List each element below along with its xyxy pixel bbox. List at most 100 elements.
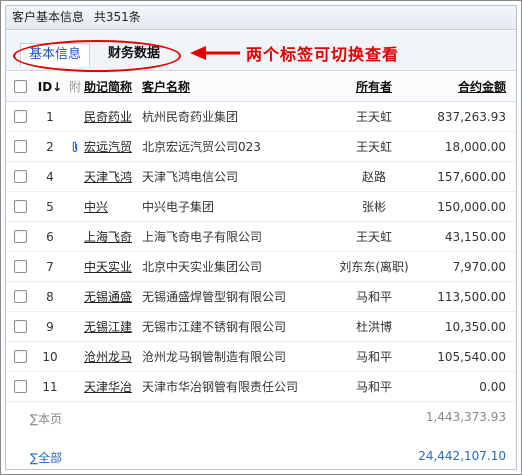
table-header: ID↓ 附 助记简称 客户名称 所有者 合约金额 — [6, 72, 516, 102]
row-owner: 张彬 — [361, 200, 386, 214]
header-id[interactable]: ID↓ — [36, 72, 64, 101]
table-row[interactable]: 6 上海飞奇 上海飞奇电子有限公司 王天虹 43,150.00 — [6, 222, 516, 252]
tab-basic-info[interactable]: 基本信息 — [20, 43, 91, 67]
row-customer-name: 天津飞鸿电信公司 — [142, 170, 239, 184]
page-total-value: 1,443,373.93 — [425, 410, 506, 424]
row-amount: 7,970.00 — [452, 259, 506, 274]
header-attachment: 附 — [68, 80, 81, 94]
annotation-text: 两个标签可切换查看 — [246, 45, 400, 64]
panel-title: 客户基本信息 — [12, 10, 85, 24]
record-count: 共351条 — [93, 10, 141, 24]
row-code-link[interactable]: 上海飞奇 — [84, 222, 138, 251]
header-amount[interactable]: 合约金额 — [416, 72, 506, 101]
row-code-link[interactable]: 中天实业 — [84, 252, 138, 281]
attachment-cell — [68, 192, 82, 221]
row-owner: 王天虹 — [355, 230, 392, 244]
row-checkbox[interactable] — [13, 140, 27, 153]
tab-financial-data[interactable]: 财务数据 — [100, 43, 168, 67]
grand-total-label[interactable]: ∑全部 — [30, 449, 62, 466]
row-owner: 刘东东(离职) — [339, 260, 409, 274]
row-checkbox[interactable] — [13, 290, 27, 303]
row-code-link[interactable]: 无锡通盛 — [84, 282, 138, 311]
row-amount: 837,263.93 — [437, 109, 506, 124]
table-row[interactable]: 5 中兴 中兴电子集团 张彬 150,000.00 — [6, 192, 516, 222]
panel: 客户基本信息 共351条 基本信息 财务数据 两个标签可切换查看 ID↓ 附 助… — [5, 5, 517, 470]
row-code-link[interactable]: 民奇药业 — [84, 102, 138, 131]
row-id: 1 — [46, 109, 54, 124]
row-id: 7 — [46, 259, 54, 274]
row-customer-name: 杭州民奇药业集团 — [142, 110, 239, 124]
row-id: 11 — [42, 379, 58, 394]
paperclip-icon[interactable] — [71, 141, 79, 153]
row-owner: 王天虹 — [355, 140, 392, 154]
row-customer-name: 无锡市江建不锈钢有限公司 — [142, 320, 287, 334]
row-id: 9 — [46, 319, 54, 334]
row-owner: 赵路 — [361, 170, 386, 184]
table-row[interactable]: 9 无锡江建 无锡市江建不锈钢有限公司 杜洪博 10,350.00 — [6, 312, 516, 342]
row-customer-name: 北京宏远汽贸公司023 — [142, 140, 261, 154]
row-code-link[interactable]: 无锡江建 — [84, 312, 138, 341]
table-row[interactable]: 2 宏远汽贸 北京宏远汽贸公司023 王天虹 18,000.00 — [6, 132, 516, 162]
row-code-link[interactable]: 中兴 — [84, 192, 138, 221]
select-all-checkbox[interactable] — [13, 80, 27, 93]
header-code[interactable]: 助记简称 — [84, 72, 138, 101]
row-owner: 马和平 — [355, 290, 392, 304]
row-checkbox[interactable] — [13, 110, 27, 123]
row-id: 5 — [46, 199, 54, 214]
header-owner[interactable]: 所有者 — [332, 72, 416, 101]
table-body: 1 民奇药业 杭州民奇药业集团 王天虹 837,263.93 2 宏远汽贸 北京… — [6, 102, 516, 402]
row-id: 4 — [46, 169, 54, 184]
table-row[interactable]: 1 民奇药业 杭州民奇药业集团 王天虹 837,263.93 — [6, 102, 516, 132]
row-owner: 马和平 — [355, 380, 392, 394]
attachment-cell — [68, 252, 82, 281]
row-code-link[interactable]: 天津华冶 — [84, 372, 138, 401]
row-checkbox[interactable] — [13, 170, 27, 183]
row-amount: 105,540.00 — [437, 349, 506, 364]
paperclip-icon[interactable] — [68, 132, 82, 161]
row-code-link[interactable]: 宏远汽贸 — [84, 132, 138, 161]
tab-bar: 基本信息 财务数据 两个标签可切换查看 — [6, 31, 516, 72]
window-frame: 客户基本信息 共351条 基本信息 财务数据 两个标签可切换查看 ID↓ 附 助… — [0, 0, 522, 475]
grand-total-row: ∑全部 24,442,107.10 — [6, 441, 516, 471]
table-row[interactable]: 7 中天实业 北京中天实业集团公司 刘东东(离职) 7,970.00 — [6, 252, 516, 282]
row-amount: 43,150.00 — [444, 229, 506, 244]
row-checkbox[interactable] — [13, 260, 27, 273]
row-id: 2 — [46, 139, 54, 154]
attachment-cell — [68, 102, 82, 131]
grand-total-value: 24,442,107.10 — [418, 449, 506, 463]
row-amount: 157,600.00 — [437, 169, 506, 184]
row-checkbox[interactable] — [13, 320, 27, 333]
attachment-cell — [68, 342, 82, 371]
select-all-cell[interactable] — [12, 72, 28, 101]
row-code-link[interactable]: 沧州龙马 — [84, 342, 138, 371]
row-checkbox[interactable] — [13, 230, 27, 243]
attachment-cell — [68, 222, 82, 251]
row-id: 10 — [42, 349, 58, 364]
row-checkbox[interactable] — [13, 350, 27, 363]
table-row[interactable]: 10 沧州龙马 沧州龙马钢管制造有限公司 马和平 105,540.00 — [6, 342, 516, 372]
row-owner: 王天虹 — [355, 110, 392, 124]
page-total-label: ∑本页 — [30, 412, 63, 426]
panel-titlebar: 客户基本信息 共351条 — [6, 6, 516, 30]
row-customer-name: 天津市华冶钢管有限责任公司 — [142, 380, 299, 394]
row-checkbox[interactable] — [13, 200, 27, 213]
row-amount: 113,500.00 — [437, 289, 506, 304]
row-customer-name: 无锡通盛焊管型钢有限公司 — [142, 290, 287, 304]
row-code-link[interactable]: 天津飞鸿 — [84, 162, 138, 191]
header-name[interactable]: 客户名称 — [142, 72, 332, 101]
attachment-cell — [68, 162, 82, 191]
attachment-cell — [68, 372, 82, 401]
attachment-cell — [68, 312, 82, 341]
row-amount: 10,350.00 — [444, 319, 506, 334]
table-row[interactable]: 4 天津飞鸿 天津飞鸿电信公司 赵路 157,600.00 — [6, 162, 516, 192]
table-row[interactable]: 8 无锡通盛 无锡通盛焊管型钢有限公司 马和平 113,500.00 — [6, 282, 516, 312]
row-amount: 18,000.00 — [444, 139, 506, 154]
row-checkbox[interactable] — [13, 380, 27, 393]
row-id: 6 — [46, 229, 54, 244]
red-arrow-icon — [190, 46, 240, 60]
table-row[interactable]: 11 天津华冶 天津市华冶钢管有限责任公司 马和平 0.00 — [6, 372, 516, 402]
row-customer-name: 上海飞奇电子有限公司 — [142, 230, 263, 244]
row-id: 8 — [46, 289, 54, 304]
attachment-cell — [68, 282, 82, 311]
row-owner: 马和平 — [355, 350, 392, 364]
